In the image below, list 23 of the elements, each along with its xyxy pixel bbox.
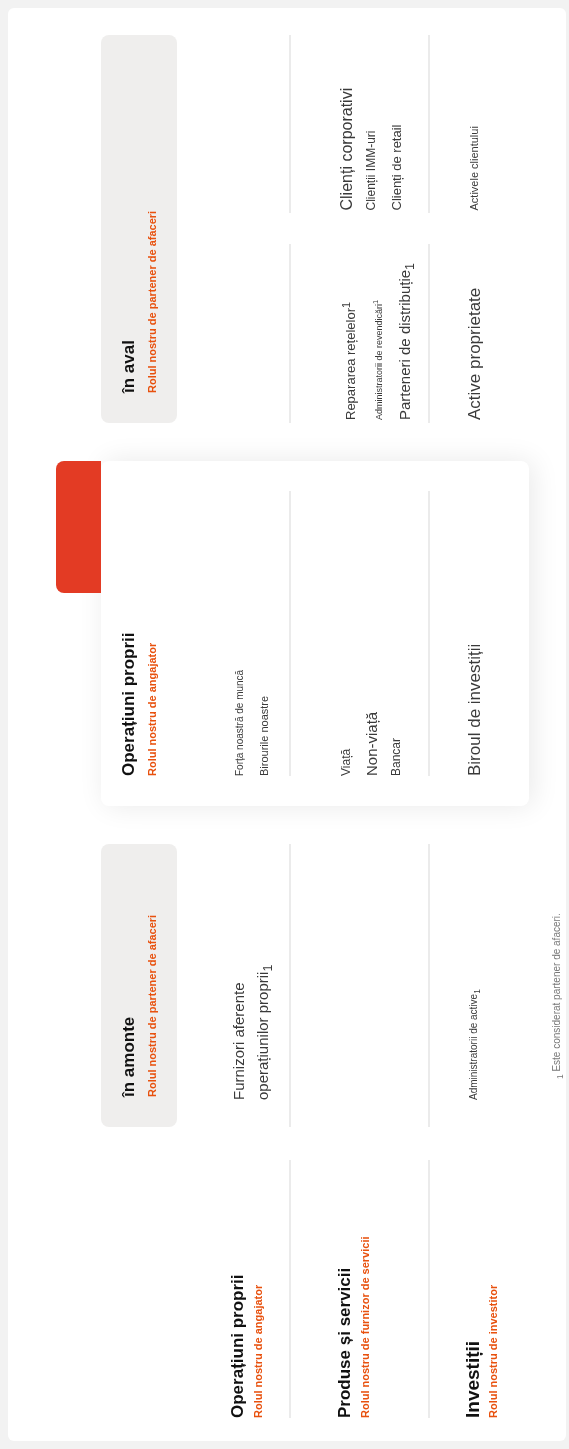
cell-text: Bancar bbox=[388, 736, 404, 776]
cell-text: Clienți corporativi bbox=[337, 86, 356, 211]
row-subtitle: Rolul nostru de furnizor de servicii bbox=[359, 1235, 371, 1418]
column-title: în amonte bbox=[118, 1015, 139, 1097]
column-title: Operațiuni proprii bbox=[118, 631, 139, 776]
cell-text: Clienți de retail bbox=[388, 123, 405, 211]
column-subtitle: Rolul nostru de partener de afaceri bbox=[146, 209, 158, 393]
row-subtitle: Rolul nostru de angajator bbox=[252, 1283, 264, 1418]
cell-text: Clienții IMM-uri bbox=[363, 129, 379, 211]
cell-text: Active proprietate bbox=[464, 286, 485, 420]
cell-text: Non-viață bbox=[362, 710, 381, 776]
cell-text: Activele clientului bbox=[467, 125, 481, 211]
row-subtitle: Rolul nostru de investitor bbox=[487, 1283, 499, 1418]
cell-text: Forța noastră de muncă bbox=[233, 668, 246, 776]
cell-text: Birourile noastre bbox=[257, 694, 271, 776]
row-title: Operațiuni proprii bbox=[227, 1273, 248, 1418]
row-title: Produse și servicii bbox=[334, 1266, 355, 1418]
cell-text: Viață bbox=[338, 747, 354, 776]
column-title: în aval bbox=[118, 339, 139, 393]
row-title: Investiții bbox=[462, 1339, 484, 1418]
column-subtitle: Rolul nostru de angajator bbox=[146, 641, 158, 776]
column-subtitle: Rolul nostru de partener de afaceri bbox=[146, 913, 158, 1097]
cell-text: Biroul de investiții bbox=[464, 642, 485, 776]
